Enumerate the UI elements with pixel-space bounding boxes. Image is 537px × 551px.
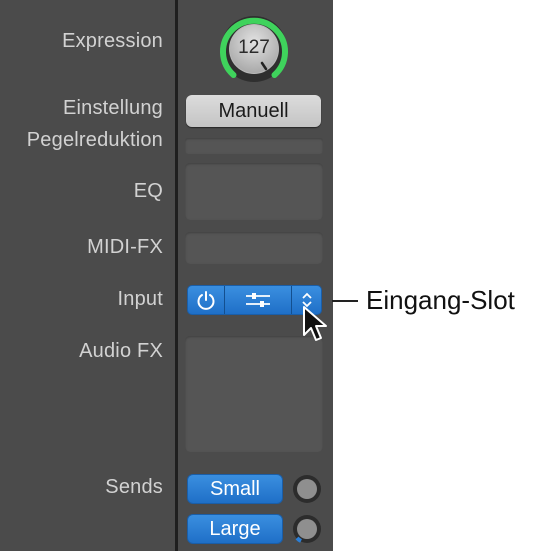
send-knob-icon	[293, 515, 321, 543]
callout-label: Eingang-Slot	[366, 285, 515, 315]
power-icon	[197, 291, 215, 310]
label-sends: Sends	[105, 476, 163, 498]
label-expression: Expression	[62, 30, 163, 52]
input-power-button[interactable]	[188, 286, 225, 314]
audio-fx-slot[interactable]	[185, 336, 323, 452]
midi-fx-slot[interactable]	[185, 232, 323, 264]
eq-slot[interactable]	[185, 163, 323, 220]
mouse-pointer-icon	[303, 306, 327, 341]
label-eq: EQ	[133, 180, 163, 202]
gain-reduction-meter	[185, 138, 323, 154]
send-small-button[interactable]: Small	[187, 474, 283, 504]
setting-button[interactable]: Manuell	[186, 95, 321, 127]
expression-value: 127	[238, 37, 270, 58]
send-small-knob[interactable]	[292, 474, 322, 504]
label-input: Input	[117, 288, 163, 310]
panel-divider	[175, 0, 178, 551]
label-setting: Einstellung	[62, 97, 163, 119]
expression-knob[interactable]: 127	[218, 13, 290, 85]
callout-line	[332, 300, 358, 302]
label-audio-fx: Audio FX	[79, 340, 163, 362]
sliders-icon	[246, 293, 270, 307]
send-large-knob[interactable]	[292, 514, 322, 544]
input-settings-button[interactable]	[225, 286, 292, 314]
send-large-button[interactable]: Large	[187, 514, 283, 544]
label-gain-reduction: Pegelreduktion	[26, 129, 163, 151]
label-midi-fx: MIDI-FX	[87, 236, 163, 258]
send-knob-icon	[293, 475, 321, 503]
